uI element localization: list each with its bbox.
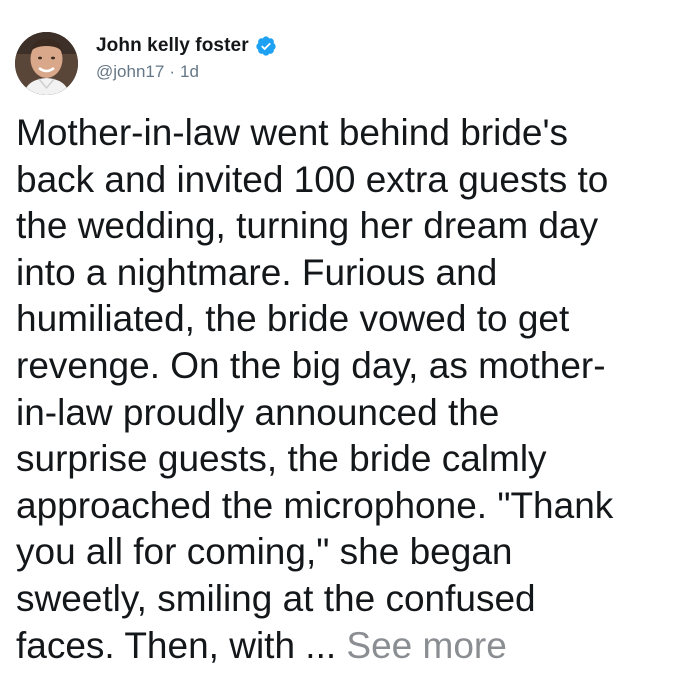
verified-badge-icon	[255, 35, 277, 57]
meta-separator: ·	[169, 62, 175, 81]
see-more-link[interactable]: See more	[346, 625, 506, 666]
tweet-body: Mother-in-law went behind bride's back a…	[16, 110, 696, 669]
author-handle[interactable]: @john17	[96, 62, 164, 82]
tweet-timestamp[interactable]: 1d	[180, 62, 199, 82]
author-display-name[interactable]: John kelly foster	[96, 35, 249, 57]
author-meta-row: @john17 · 1d	[96, 61, 199, 83]
avatar-photo	[15, 32, 78, 95]
author-name-row: John kelly foster	[96, 33, 277, 59]
tweet-text: Mother-in-law went behind bride's back a…	[16, 112, 614, 666]
tweet-card: John kelly foster @john17 · 1d Mother-in…	[0, 0, 700, 700]
avatar[interactable]	[15, 32, 78, 95]
